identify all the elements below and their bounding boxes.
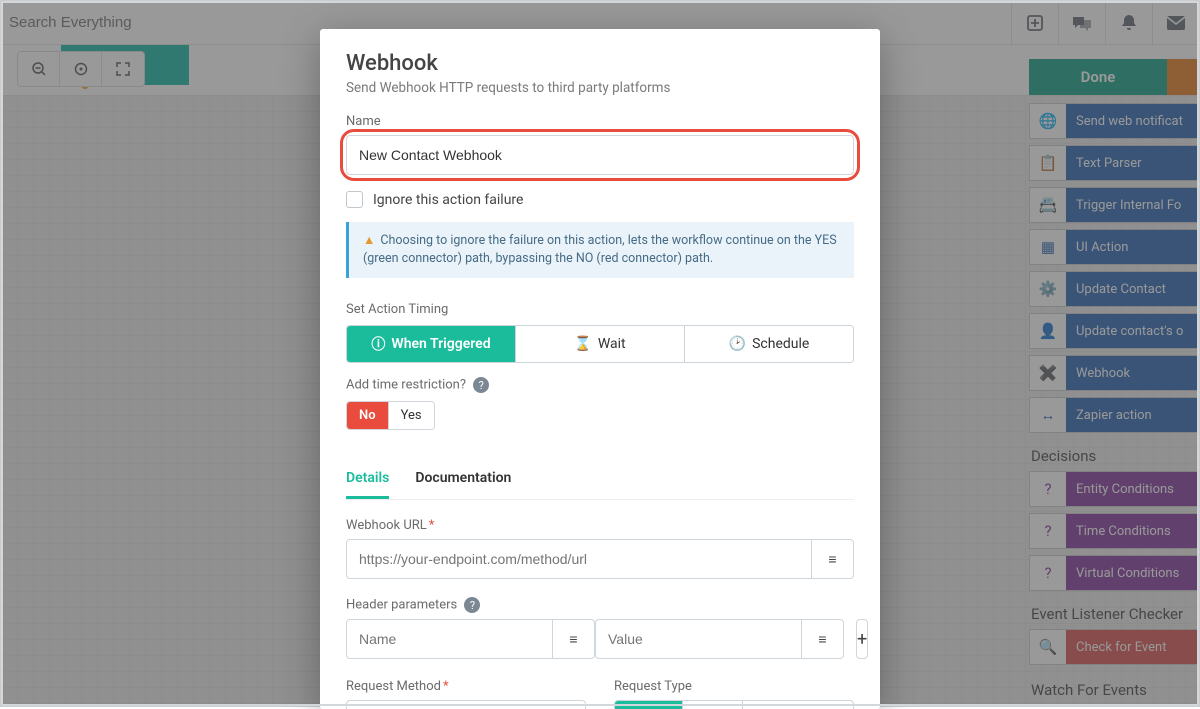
request-type-xml[interactable]: XML xyxy=(683,701,744,709)
hourglass-icon: ⌛ xyxy=(574,336,591,352)
header-value-menu-button[interactable]: ≡ xyxy=(802,619,844,659)
name-highlight xyxy=(346,135,854,175)
request-method-label: Request Method xyxy=(346,679,441,694)
timing-when-triggered[interactable]: ⓘ When Triggered xyxy=(347,326,516,362)
request-type-label: Request Type xyxy=(614,679,854,694)
restriction-toggle: No Yes xyxy=(346,401,435,430)
name-input[interactable] xyxy=(346,135,854,175)
header-params-label: Header parameters xyxy=(346,598,457,613)
request-type-form-data[interactable]: Form Data xyxy=(743,701,838,709)
ignore-failure-checkbox[interactable] xyxy=(346,191,363,208)
header-name-menu-button[interactable]: ≡ xyxy=(553,619,595,659)
warning-icon: ▲ xyxy=(363,233,375,248)
clock-icon: 🕑 xyxy=(729,336,746,352)
modal-tabs: Details Documentation xyxy=(346,460,854,500)
header-name-input[interactable] xyxy=(346,619,553,659)
request-type-segment: JSON XML Form Data xyxy=(614,700,854,709)
add-header-button[interactable]: + xyxy=(856,619,868,659)
restriction-label: Add time restriction? xyxy=(346,378,466,393)
webhook-url-input[interactable] xyxy=(346,539,812,579)
ignore-failure-label: Ignore this action failure xyxy=(373,192,523,208)
webhook-url-menu-button[interactable]: ≡ xyxy=(812,539,854,579)
name-label: Name xyxy=(346,114,854,129)
webhook-url-label: Webhook URL xyxy=(346,518,427,533)
info-circle-icon: ⓘ xyxy=(371,334,385,354)
tab-details[interactable]: Details xyxy=(346,460,389,499)
request-method-select[interactable]: POST ⌄ xyxy=(346,700,586,709)
timing-label: Set Action Timing xyxy=(346,302,854,317)
timing-wait[interactable]: ⌛ Wait xyxy=(516,326,685,362)
webhook-modal: Webhook Send Webhook HTTP requests to th… xyxy=(320,29,880,709)
tab-documentation[interactable]: Documentation xyxy=(415,460,511,499)
help-icon[interactable]: ? xyxy=(464,597,480,613)
restriction-yes[interactable]: Yes xyxy=(389,402,434,429)
request-type-json[interactable]: JSON xyxy=(615,701,683,709)
modal-title: Webhook xyxy=(346,51,854,76)
help-icon[interactable]: ? xyxy=(473,377,489,393)
header-value-input[interactable] xyxy=(595,619,802,659)
modal-subtitle: Send Webhook HTTP requests to third part… xyxy=(346,80,854,96)
info-alert: ▲Choosing to ignore the failure on this … xyxy=(346,222,854,278)
timing-schedule[interactable]: 🕑 Schedule xyxy=(685,326,853,362)
timing-segment: ⓘ When Triggered ⌛ Wait 🕑 Schedule xyxy=(346,325,854,363)
restriction-no[interactable]: No xyxy=(347,402,389,429)
